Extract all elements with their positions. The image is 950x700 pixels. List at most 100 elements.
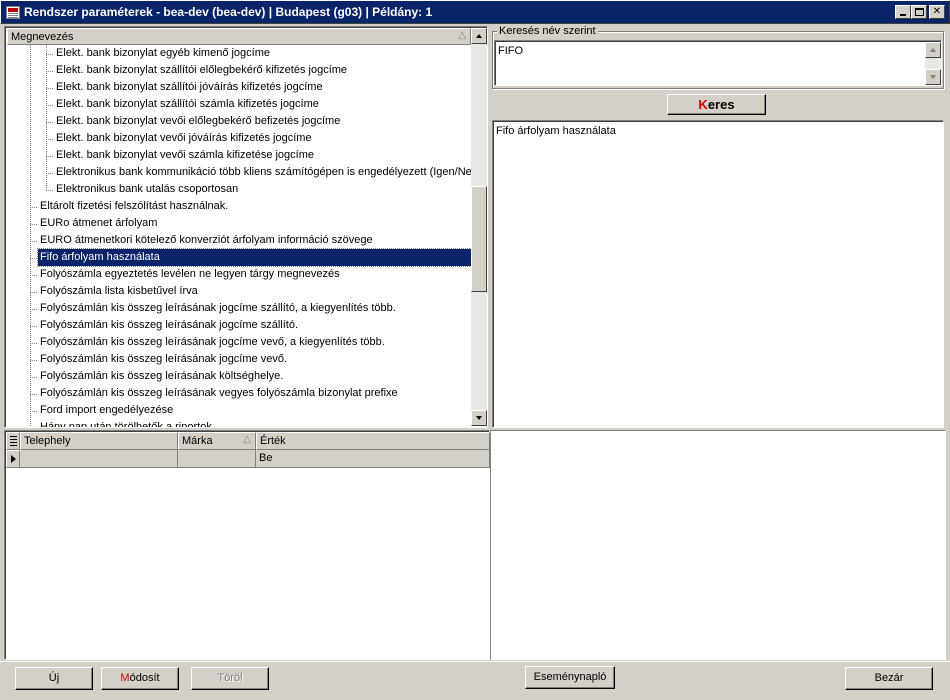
tree-item[interactable]: Elekt. bank bizonylat egyéb kimenő jogcí… (54, 45, 272, 62)
tree-item[interactable]: Folyószámlán kis összeg leírásának költs… (38, 368, 285, 385)
tree-connector-line (46, 139, 53, 140)
tree-connector-line (46, 71, 53, 72)
tree-connector-line (30, 360, 37, 361)
tree-connector-line (46, 190, 53, 191)
detail-panel (490, 430, 946, 660)
modify-button-accel: M (120, 672, 130, 684)
tree-connector-line (30, 275, 37, 276)
new-button-label: Új (48, 672, 60, 684)
close-window-button[interactable]: ✕ (929, 5, 945, 19)
tree-item[interactable]: Folyószámlán kis összeg leírásának jogcí… (38, 317, 300, 334)
search-input[interactable]: FIFO (494, 40, 942, 86)
tree-item[interactable]: Folyószámlán kis összeg leírásának jogcí… (38, 351, 289, 368)
search-button-accel: K (698, 97, 708, 112)
search-button[interactable]: Keres (667, 94, 766, 115)
close-icon: ✕ (932, 6, 942, 17)
arrow-down-icon (930, 75, 936, 79)
eventlog-button-label: Eseménynapló (533, 671, 607, 683)
search-result-item[interactable]: Fifo árfolyam használata (496, 125, 616, 137)
grid-corner[interactable] (6, 432, 20, 450)
tree-item[interactable]: Elekt. bank bizonylat vevői jóváírás kif… (54, 130, 314, 147)
arrow-up-icon (930, 48, 936, 52)
tree-connector-line (30, 326, 37, 327)
search-button-label: eres (707, 97, 735, 112)
tree-item[interactable]: Elekt. bank bizonylat vevői számla kifiz… (54, 147, 316, 164)
tree-connector-line (30, 394, 37, 395)
tree-item[interactable]: Folyószámlán kis összeg leírásának vegye… (38, 385, 400, 402)
arrow-down-icon (476, 416, 482, 420)
tree-item[interactable]: Elekt. bank bizonylat szállítói előlegbe… (54, 62, 349, 79)
grid-header-label: Telephely (24, 435, 71, 447)
tree-item[interactable]: Ford import engedélyezése (38, 402, 175, 419)
tree-connector-line (30, 377, 37, 378)
grid-header-ertek[interactable]: Érték (256, 432, 490, 450)
tree-connector-line (30, 292, 37, 293)
maximize-icon (915, 8, 924, 16)
grid-header-label: Érték (260, 435, 286, 447)
new-button[interactable]: Új (15, 667, 93, 690)
grid-cell-marka[interactable] (178, 450, 256, 468)
tree-connector-line (46, 105, 53, 106)
minimize-button[interactable] (895, 5, 911, 19)
column-header-megnevezes[interactable]: Megnevezés △ (7, 28, 471, 45)
row-indicator[interactable] (6, 450, 20, 468)
value-grid[interactable]: Telephely Márka △ Érték Be (4, 430, 490, 660)
tree-item[interactable]: Elekt. bank bizonylat szállítói jóváírás… (54, 79, 325, 96)
tree-item[interactable]: Elektronikus bank utalás csoportosan (54, 181, 240, 198)
tree-item[interactable]: EURO átmenetkori kötelező konverziót árf… (38, 232, 375, 249)
close-button[interactable]: Bezár (845, 667, 933, 690)
sort-indicator-icon: △ (243, 434, 251, 445)
tree-connector-line (46, 45, 47, 190)
tree-item[interactable]: EURo átmenet árfolyam (38, 215, 159, 232)
tree-connector-line (46, 88, 53, 89)
tree-connector-line (30, 207, 37, 208)
search-input-scrollbar[interactable] (925, 42, 941, 85)
tree-item[interactable]: Folyószámlán kis összeg leírásának jogcí… (38, 300, 398, 317)
tree-connector-line (46, 173, 53, 174)
tree-item[interactable]: Hány nap után törölhetők a riportok (38, 419, 214, 427)
tree-item[interactable]: Elekt. bank bizonylat vevői előlegbekérő… (54, 113, 342, 130)
delete-button-label: Töröl (217, 672, 243, 684)
app-icon[interactable] (6, 6, 20, 19)
grid-cell-ertek[interactable]: Be (256, 450, 490, 468)
tree-connector-line (30, 343, 37, 344)
tree-connector-line (46, 54, 53, 55)
search-scroll-down-button[interactable] (925, 69, 941, 85)
title-bar[interactable]: Rendszer paraméterek - bea-dev (bea-dev)… (0, 0, 950, 24)
tree-item[interactable]: Eltárolt fizetési felszólítást használna… (38, 198, 230, 215)
tree-item[interactable]: Folyószámla lista kisbetűvel írva (38, 283, 200, 300)
maximize-button[interactable] (911, 5, 927, 19)
tree-item[interactable]: Elekt. bank bizonylat szállítói számla k… (54, 96, 321, 113)
delete-button[interactable]: Töröl (191, 667, 269, 690)
search-query-text: FIFO (498, 45, 524, 57)
modify-button-label: ódosít (129, 672, 160, 684)
tree-connector-line (30, 45, 31, 427)
tree-item[interactable]: Folyószámlán kis összeg leírásának jogcí… (38, 334, 387, 351)
current-row-arrow-icon (11, 455, 16, 463)
search-scroll-up-button[interactable] (925, 42, 941, 58)
tree-vertical-scrollbar[interactable] (471, 28, 487, 426)
tree-connector-line (30, 224, 37, 225)
grid-header-marka[interactable]: Márka △ (178, 432, 256, 450)
tree-connector-line (30, 258, 37, 259)
grid-header-telephely[interactable]: Telephely (20, 432, 178, 450)
grid-header-label: Márka (182, 435, 213, 447)
eventlog-button[interactable]: Eseménynapló (525, 666, 615, 689)
cell-value: Be (259, 452, 273, 464)
tree-item-selected[interactable]: Fifo árfolyam használata (37, 248, 471, 267)
tree-connector-line (46, 122, 53, 123)
tree-item[interactable]: Folyószámla egyeztetés levélen ne legyen… (38, 266, 342, 283)
scroll-down-button[interactable] (471, 410, 487, 426)
sort-indicator-icon: △ (458, 30, 466, 41)
scroll-thumb[interactable] (471, 186, 487, 292)
grid-cell-telephely[interactable] (20, 450, 178, 468)
tree-item[interactable]: Elektronikus bank kommunikáció több klie… (54, 164, 471, 181)
search-results-list[interactable]: Fifo árfolyam használata (492, 120, 944, 428)
window-title: Rendszer paraméterek - bea-dev (bea-dev)… (24, 5, 433, 19)
arrow-up-icon (476, 34, 482, 38)
modify-button[interactable]: Módosít (101, 667, 179, 690)
grid-menu-icon (10, 436, 17, 446)
parameter-tree[interactable]: Megnevezés △ Elekt. bank bizonylat egyéb… (4, 26, 488, 428)
search-group-label: Keresés név szerint (497, 25, 598, 37)
scroll-up-button[interactable] (471, 28, 487, 44)
